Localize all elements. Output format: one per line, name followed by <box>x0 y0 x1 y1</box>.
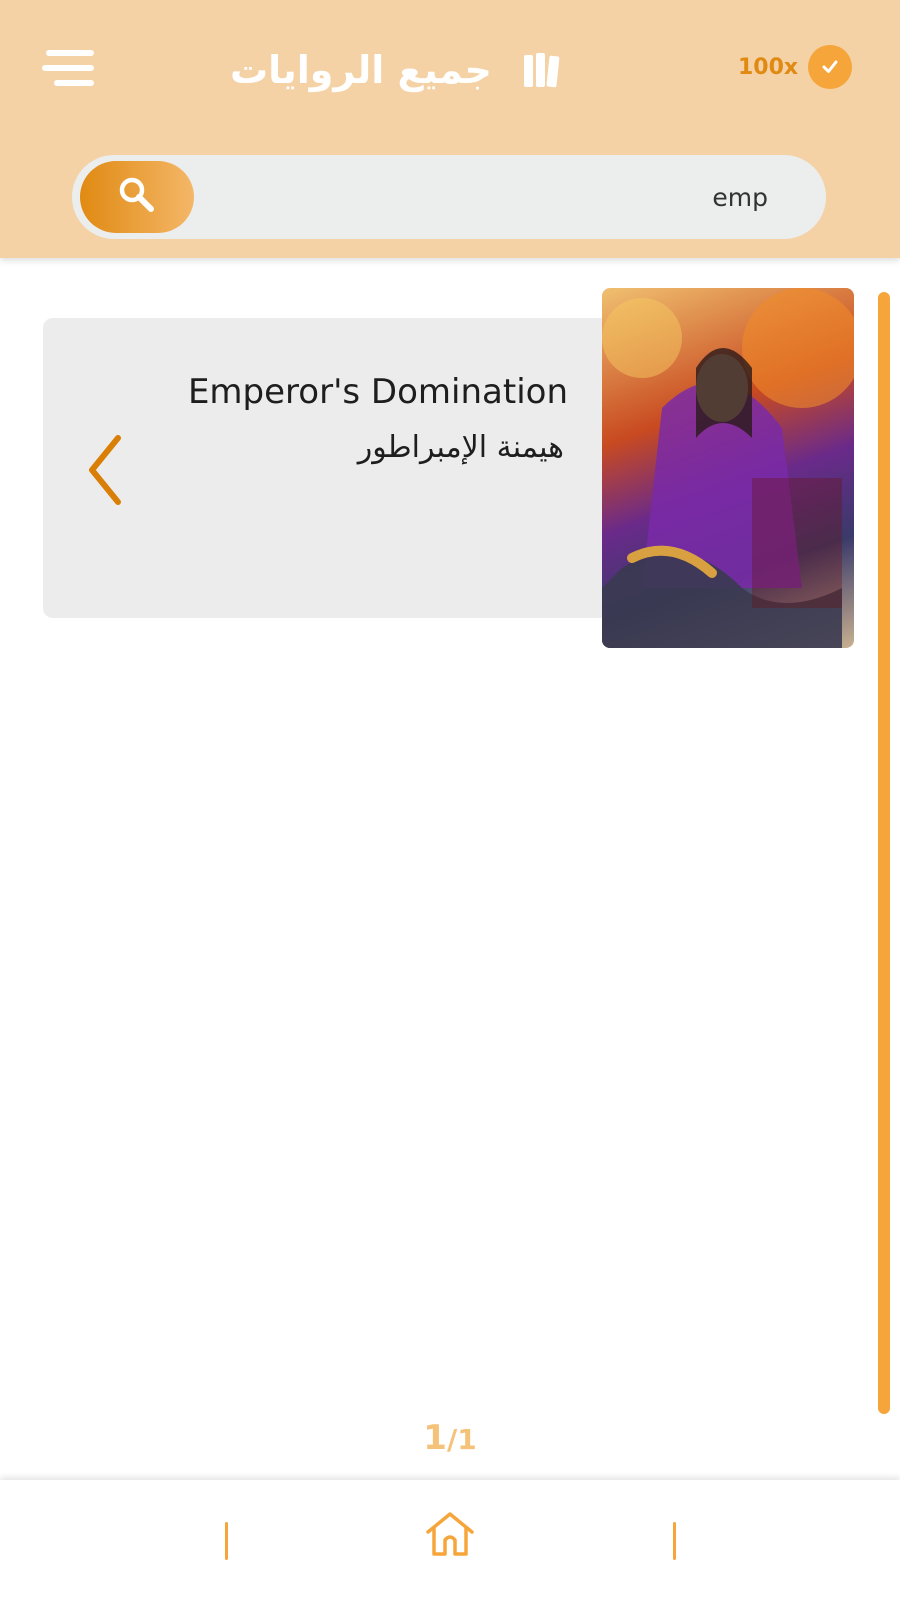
menu-button[interactable] <box>40 46 96 90</box>
bottom-nav <box>0 1480 900 1600</box>
page-title-group: جميع الروايات <box>230 40 570 100</box>
nav-divider-right <box>673 1522 676 1560</box>
search-input[interactable] <box>250 173 770 221</box>
menu-icon-line-2 <box>42 65 94 71</box>
library-icon <box>522 51 562 89</box>
chevron-left-icon[interactable] <box>82 432 132 508</box>
top-bar: جميع الروايات 100x <box>0 0 900 258</box>
scrollbar[interactable] <box>878 292 890 1414</box>
home-icon[interactable] <box>424 1510 476 1558</box>
page-total: /1 <box>446 1423 477 1456</box>
coin-count: 100x <box>738 54 799 80</box>
page-current: 1 <box>423 1418 447 1458</box>
search-bar <box>72 155 826 239</box>
search-icon <box>117 175 157 219</box>
page-title: جميع الروايات <box>230 48 492 92</box>
novel-cover-image[interactable] <box>602 288 854 648</box>
nav-divider-left <box>225 1522 228 1560</box>
menu-icon-line-3 <box>54 80 94 86</box>
coin-balance[interactable]: 100x <box>738 44 853 90</box>
coin-icon <box>808 45 853 89</box>
novel-title-arabic[interactable]: هيمنة الإمبراطور <box>358 430 564 465</box>
menu-icon-line-1 <box>46 50 94 56</box>
search-button[interactable] <box>80 161 194 233</box>
pagination-indicator: 1/1 <box>0 1418 900 1458</box>
novel-title-english[interactable]: Emperor's Domination <box>188 372 568 412</box>
